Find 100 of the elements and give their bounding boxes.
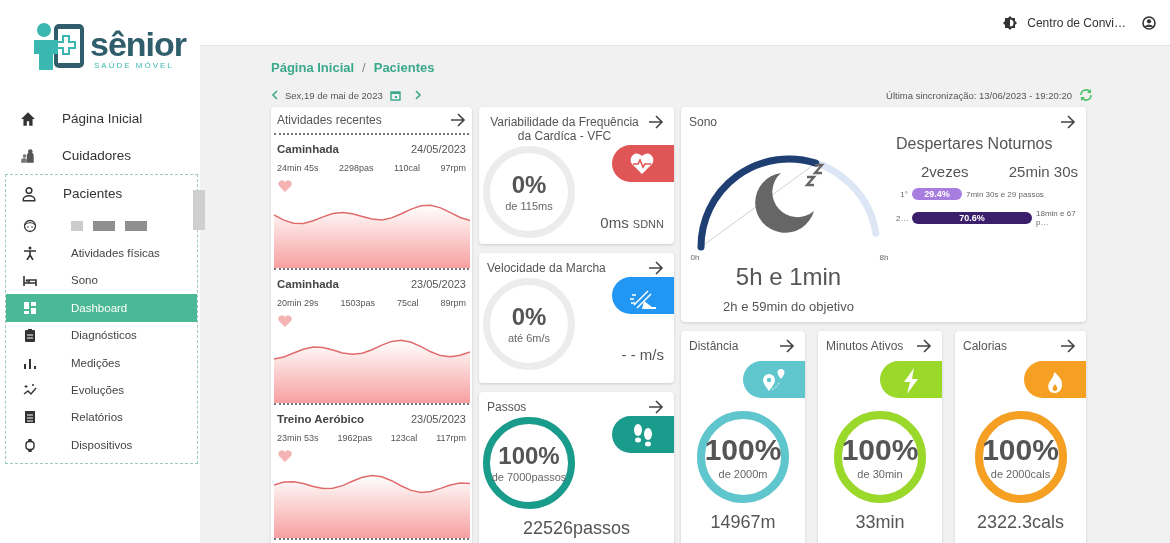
arrow-icon[interactable]: [1060, 115, 1076, 129]
watch-icon: [23, 437, 37, 452]
selected-date: Sex,19 de mai de 2023: [285, 89, 383, 101]
reading: 2322.3cals: [976, 512, 1065, 532]
awakening-bar: 29.4%: [912, 188, 962, 200]
arrow-icon[interactable]: [1060, 339, 1076, 353]
nav-item[interactable]: Página Inicial: [0, 100, 200, 137]
percent-value: 0%: [511, 304, 547, 329]
percent-value: 0%: [511, 172, 547, 197]
chevron-left-icon[interactable]: [271, 90, 278, 100]
nav-item[interactable]: Diagnósticos: [6, 321, 197, 349]
card-title: Sono: [689, 115, 718, 129]
percent-value: 100%: [498, 443, 560, 468]
goal-target: de 2000cals: [990, 467, 1051, 480]
goal-target: até 6m/s: [507, 331, 551, 344]
percent-value: 100%: [841, 434, 919, 465]
awakening-index: 2…: [896, 213, 908, 223]
calories: 110cal: [394, 163, 420, 173]
awakening-detail: 7min 30s e 29 passos: [966, 189, 1044, 199]
awakening-index: 1°: [899, 189, 908, 199]
scrollbar-thumb[interactable]: [193, 190, 205, 230]
goal-target: de 30min: [857, 467, 903, 480]
goal-target: de 2000m: [718, 467, 768, 480]
steps: 2298pas: [339, 163, 374, 173]
dashboard-icon: [23, 300, 37, 315]
logo-name: sênior: [90, 27, 187, 61]
goal-target: de 115ms: [505, 199, 553, 212]
awakening-count: 2vezes: [921, 163, 969, 180]
heart-icon: [277, 314, 293, 328]
logo-tagline: SAÚDE MÓVEL: [94, 61, 175, 70]
bed-icon: [23, 273, 37, 288]
card-title: Velocidade da Marcha: [487, 261, 607, 275]
percent-value: 100%: [982, 434, 1059, 465]
calendar-icon[interactable]: [389, 89, 401, 101]
nav-item[interactable]: Sono: [6, 266, 197, 295]
percent-value: 100%: [704, 434, 782, 465]
awakening-detail: 18min e 67 p…: [1036, 209, 1077, 227]
nav-item[interactable]: Pacientes: [6, 175, 197, 212]
reading: 14967m: [710, 512, 776, 532]
face-icon: [23, 218, 37, 233]
card-title: Calorias: [963, 339, 1008, 353]
reading: 22526passos: [522, 518, 631, 538]
activity-date: 23/05/2023: [410, 413, 466, 425]
user-name[interactable]: Centro de Convi…: [1027, 15, 1126, 30]
sleep-duration: 5h e 1min: [735, 263, 842, 291]
card-title: Minutos Ativos: [826, 339, 905, 353]
reading: - - m/s: [621, 346, 665, 363]
figure-icon: [23, 246, 37, 261]
steps: 1962pas: [337, 433, 372, 443]
clipboard-icon: [23, 328, 37, 343]
heart-rate: 117rpm: [436, 433, 466, 443]
card-title: Variabilidade da Frequência da Cardíca - VFC: [489, 115, 640, 143]
home-icon: [20, 110, 36, 127]
nav-item[interactable]: Evoluções: [6, 376, 197, 404]
reading: 0ms SDNN: [600, 214, 665, 231]
awakening-total: 25min 30s: [1008, 163, 1078, 180]
nav-item[interactable]: Cuidadores: [0, 137, 200, 174]
goal-target: de 7000passos: [491, 470, 567, 483]
duration: 23min 53s: [277, 433, 319, 443]
section-title: Despertares Noturnos: [896, 135, 1053, 152]
brightness-icon[interactable]: [1003, 15, 1018, 30]
activity-name: Caminhada: [277, 278, 339, 290]
calories: 123cal: [390, 433, 418, 443]
calories: 75cal: [397, 298, 419, 308]
reading: 33min: [855, 512, 905, 532]
duration: 20min 29s: [277, 298, 319, 308]
duration: 24min 45s: [277, 163, 319, 173]
sync-status: Última sincronização: 13/06/2023 - 19:20:20: [886, 89, 1072, 101]
nav-item[interactable]: Atividades físicas: [6, 239, 197, 267]
nav-item[interactable]: Relatórios: [6, 403, 197, 432]
nav-item[interactable]: Medições: [6, 348, 197, 377]
steps: 1503pas: [340, 298, 376, 308]
breadcrumb-separator: /: [362, 60, 366, 75]
goal-note: 2h e 59min do objetivo: [723, 299, 854, 314]
activity-date: 23/05/2023: [410, 278, 466, 290]
heart-rate: 97rpm: [440, 163, 466, 173]
activity-name: Treino Aeróbico: [277, 413, 365, 425]
activity-date: 24/05/2023: [410, 143, 466, 155]
card-title: Passos: [487, 400, 528, 414]
arrow-icon[interactable]: [648, 400, 664, 414]
account-icon[interactable]: [1142, 15, 1156, 30]
arrow-icon[interactable]: [916, 339, 932, 353]
scale-min: 0h: [690, 253, 700, 262]
arrow-icon[interactable]: [779, 339, 795, 353]
person-outline-icon: [21, 185, 37, 202]
people-icon: [20, 147, 36, 164]
heart-icon: [277, 179, 293, 193]
awakening-bar: 70.6%: [912, 212, 1032, 224]
activity-name: Caminhada: [277, 143, 339, 155]
nav-item[interactable]: Dispositivos: [6, 431, 197, 459]
document-icon: [23, 410, 37, 425]
heart-rate: 89rpm: [440, 298, 466, 308]
card-title: Atividades recentes: [277, 113, 382, 127]
arrow-icon[interactable]: [450, 113, 466, 127]
heart-icon: [277, 449, 293, 463]
arrow-icon[interactable]: [648, 261, 664, 275]
arrow-icon[interactable]: [648, 115, 664, 129]
moon-sleep-icon: [754, 163, 825, 233]
scale-max: 8h: [879, 253, 889, 262]
card-title: Distância: [689, 339, 740, 353]
